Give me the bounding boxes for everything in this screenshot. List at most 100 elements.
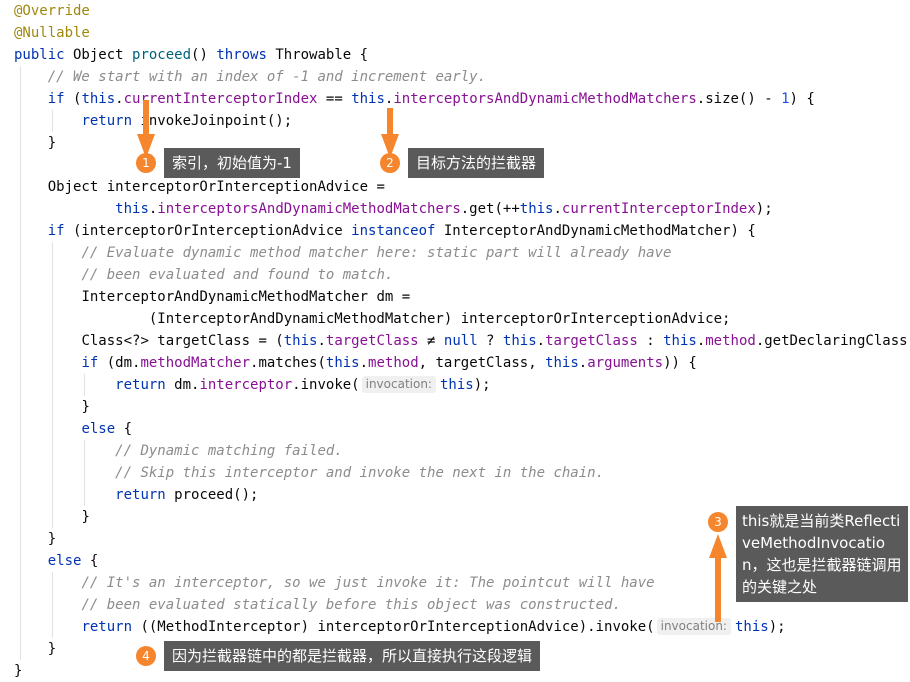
code-text: . <box>553 201 562 217</box>
keyword: return <box>81 113 133 129</box>
code-text: .size() - <box>696 91 782 107</box>
keyword: throws <box>216 47 267 63</box>
parameter-hint: invocation: <box>361 376 436 393</box>
field: arguments <box>587 355 664 371</box>
field: interceptorsAndDynamicMethodMatchers <box>393 91 697 107</box>
code-text: )) { <box>663 355 697 371</box>
code-text: Object <box>64 47 133 63</box>
annotation-label-2: 目标方法的拦截器 <box>408 148 545 178</box>
override-annotation: @Override <box>14 3 90 19</box>
code-line: Class<?> targetClass = (this.targetClass… <box>14 330 910 352</box>
keyword: this <box>502 333 537 349</box>
keyword: this <box>734 619 769 635</box>
code-text: .getDeclaringClass()); <box>755 333 910 349</box>
code-text: , targetClass, <box>418 355 546 371</box>
code-text: () <box>191 47 217 63</box>
code-text: (interceptorOrInterceptionAdvice <box>64 223 352 239</box>
code-text: ? <box>477 333 503 349</box>
keyword: this <box>283 333 318 349</box>
keyword: return <box>115 377 166 393</box>
code-line: // Evaluate dynamic method matcher here:… <box>14 242 910 264</box>
keyword: if <box>47 223 65 239</box>
field: targetClass <box>545 333 638 349</box>
code-line: (InterceptorAndDynamicMethodMatcher) int… <box>14 308 910 330</box>
code-text: . <box>536 333 546 349</box>
code-line: public Object proceed() throws Throwable… <box>14 44 910 66</box>
keyword: this <box>115 201 149 217</box>
code-line: Object interceptorOrInterceptionAdvice = <box>14 176 910 198</box>
annotation-badge-4: 4 <box>136 646 156 666</box>
code-text: . <box>115 91 124 107</box>
code-text: ); <box>768 619 786 635</box>
keyword: return <box>115 487 166 503</box>
code-text: } <box>47 135 57 151</box>
code-text: proceed(); <box>165 487 259 503</box>
nullable-annotation: @Nullable <box>14 25 90 41</box>
code-line: } <box>14 396 910 418</box>
code-text: InterceptorAndDynamicMethodMatcher) { <box>435 223 756 239</box>
code-line: if (dm.methodMatcher.matches(this.method… <box>14 352 910 374</box>
keyword: this <box>519 201 554 217</box>
keyword: this <box>325 355 360 371</box>
code-text: . <box>359 355 369 371</box>
code-text: == <box>317 91 352 107</box>
code-text: } <box>47 641 57 657</box>
code-line: // Dynamic matching failed. <box>14 440 910 462</box>
code-text: (dm. <box>98 355 141 371</box>
code-line: // Skip this interceptor and invoke the … <box>14 462 910 484</box>
code-line: @Override <box>14 0 910 22</box>
code-text: . <box>317 333 326 349</box>
field: interceptorsAndDynamicMethodMatchers <box>157 201 461 217</box>
code-line: return dm.interceptor.invoke(invocation:… <box>14 374 910 396</box>
code-text: Throwable { <box>266 47 369 63</box>
code-line: return proceed(); <box>14 484 910 506</box>
code-line: InterceptorAndDynamicMethodMatcher dm = <box>14 286 910 308</box>
field: interceptor <box>199 377 293 393</box>
field: method <box>705 333 756 349</box>
keyword: public <box>14 47 65 63</box>
code-line: @Nullable <box>14 22 910 44</box>
keyword: this <box>663 333 697 349</box>
code-line: this. interceptorsAndDynamicMethodMatcher… <box>14 198 910 220</box>
keyword: null <box>443 333 478 349</box>
annotation-badge-2: 2 <box>380 153 400 173</box>
comment: // It's an interceptor, so we just invok… <box>81 575 655 591</box>
annotation-badge-1: 1 <box>136 153 156 173</box>
code-text: } <box>47 531 57 547</box>
code-line: else { <box>14 418 910 440</box>
code-text: ); <box>755 201 773 217</box>
field: method <box>368 355 419 371</box>
code-text: dm. <box>165 377 200 393</box>
annotation-label-4: 因为拦截器链中的都是拦截器，所以直接执行这段逻辑 <box>164 641 541 671</box>
code-text: ) { <box>789 91 815 107</box>
code-text: ≠ <box>418 333 444 349</box>
field: methodMatcher <box>140 355 251 371</box>
comment: // been evaluated statically before this… <box>81 597 621 613</box>
code-text: ); <box>473 377 491 393</box>
code-text: { <box>81 553 99 569</box>
code-text: . <box>578 355 588 371</box>
code-text: } <box>14 663 23 679</box>
comment: // Evaluate dynamic method matcher here:… <box>81 245 672 261</box>
code-text: } <box>81 509 90 525</box>
keyword: this <box>351 91 385 107</box>
keyword: instanceof <box>351 223 436 239</box>
code-text: .invoke( <box>292 377 360 393</box>
keyword: return <box>81 619 133 635</box>
number-literal: 1 <box>781 91 790 107</box>
code-text: } <box>81 399 90 415</box>
code-line: return ((MethodInterceptor) interceptorO… <box>14 616 910 638</box>
keyword: if <box>81 355 99 371</box>
comment: // been evaluated and found to match. <box>81 267 394 283</box>
code-text: { <box>115 421 133 437</box>
comment: // Skip this interceptor and invoke the … <box>115 465 605 481</box>
keyword: else <box>81 421 116 437</box>
code-text: .matches( <box>250 355 326 371</box>
annotation-arrow-3 <box>709 534 727 622</box>
code-line: if (interceptorOrInterceptionAdvice inst… <box>14 220 910 242</box>
annotation-arrow-1 <box>137 100 155 158</box>
code-text: ( <box>64 91 82 107</box>
code-line: // We start with an index of -1 and incr… <box>14 66 910 88</box>
comment: // We start with an index of -1 and incr… <box>47 69 487 85</box>
code-text: : <box>637 333 664 349</box>
